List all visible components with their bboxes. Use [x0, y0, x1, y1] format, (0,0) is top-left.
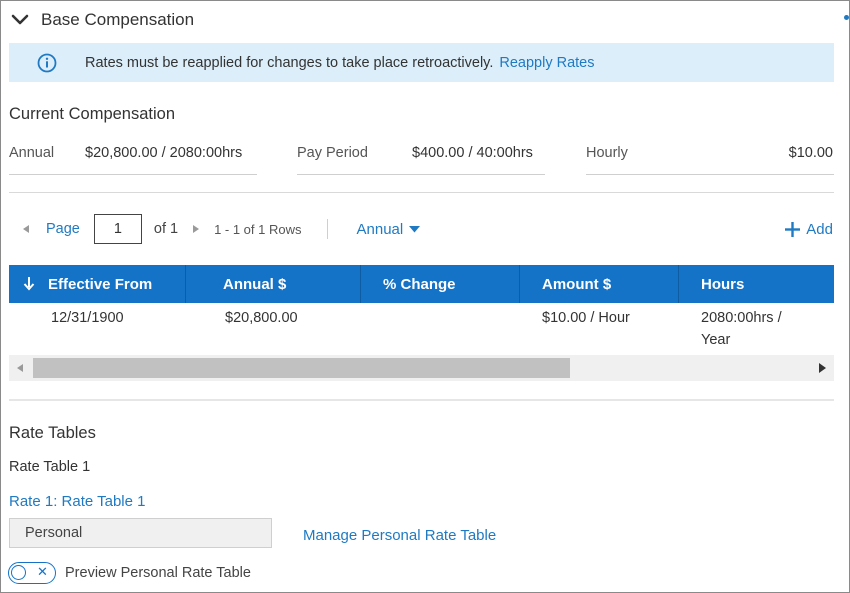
- chevron-down-icon[interactable]: [9, 9, 31, 31]
- rate-link[interactable]: Rate 1: Rate Table 1: [9, 493, 145, 510]
- rows-count: 1 - 1 of 1 Rows: [214, 221, 302, 237]
- column-header-amount[interactable]: Amount $: [520, 265, 678, 303]
- base-compensation-panel: Base Compensation Rates must be reapplie…: [0, 0, 850, 593]
- toggle-knob: [11, 565, 26, 580]
- page-count: of 1: [153, 221, 179, 237]
- edge-indicator: [844, 15, 849, 20]
- pager-bar: Page of 1 1 - 1 of 1 Rows Annual Add: [23, 213, 833, 245]
- scroll-left-icon[interactable]: [17, 364, 23, 372]
- previous-page-icon[interactable]: [23, 225, 29, 233]
- caret-down-icon: [409, 225, 421, 232]
- column-header-label: Effective From: [48, 275, 153, 293]
- table-row: 12/31/1900 $20,800.00 $10.00 / Hour 2080…: [9, 303, 834, 355]
- annual-value: $20,800.00 / 2080:00hrs: [85, 145, 243, 161]
- manage-rate-table-link[interactable]: Manage Personal Rate Table: [303, 527, 496, 544]
- add-button[interactable]: Add: [785, 221, 833, 238]
- annual-underline: [9, 174, 257, 175]
- table-header: Effective From Annual $ % Change Amount …: [9, 265, 834, 303]
- annual-label: Annual: [9, 145, 55, 161]
- close-icon: ✕: [37, 564, 48, 579]
- hourly-label: Hourly: [586, 145, 628, 161]
- column-header-annual[interactable]: Annual $: [186, 265, 360, 303]
- hourly-value: $10.00: [788, 145, 833, 161]
- table-divider: [9, 399, 834, 401]
- amount-cell: $10.00 / Hour: [542, 310, 630, 326]
- next-page-icon[interactable]: [193, 225, 200, 233]
- arrow-down-icon: [23, 277, 35, 291]
- section-title: Base Compensation: [41, 10, 195, 29]
- hours-cell-line2: Year: [701, 332, 731, 348]
- scroll-right-icon[interactable]: [819, 363, 826, 373]
- rate-table-select[interactable]: Personal: [9, 518, 272, 548]
- pay-period-label: Pay Period: [297, 145, 368, 161]
- column-header-percent-change[interactable]: % Change: [361, 265, 519, 303]
- rate-tables-heading: Rate Tables: [9, 424, 96, 442]
- info-icon: [37, 53, 57, 72]
- column-header-effective-from[interactable]: Effective From: [9, 265, 185, 303]
- annual-cell: $20,800.00: [225, 310, 298, 326]
- pay-period-value: $400.00 / 40:00hrs: [412, 145, 533, 161]
- column-header-label: Hours: [701, 275, 745, 293]
- hourly-underline: [586, 174, 834, 175]
- banner-message: Rates must be reapplied for changes to t…: [85, 54, 494, 71]
- section-header[interactable]: Base Compensation: [9, 7, 194, 33]
- section-divider: [9, 192, 834, 193]
- pay-period-underline: [297, 174, 545, 175]
- scrollbar-thumb[interactable]: [33, 358, 570, 378]
- column-header-label: % Change: [383, 275, 456, 293]
- current-compensation-heading: Current Compensation: [9, 105, 175, 123]
- column-header-label: Annual $: [223, 275, 287, 293]
- rate-table-name: Rate Table 1: [9, 459, 91, 475]
- column-header-label: Amount $: [542, 275, 612, 293]
- info-banner: Rates must be reapplied for changes to t…: [9, 43, 834, 82]
- preview-toggle[interactable]: ✕: [8, 562, 56, 584]
- preview-label: Preview Personal Rate Table: [65, 565, 251, 581]
- page-number-input[interactable]: [93, 214, 142, 244]
- rate-table-select-value: Personal: [25, 525, 83, 541]
- page-label: Page: [46, 221, 80, 237]
- hours-cell-line1: 2080:00hrs /: [701, 310, 782, 326]
- reapply-rates-link[interactable]: Reapply Rates: [499, 55, 594, 71]
- add-button-label: Add: [806, 220, 833, 238]
- horizontal-scrollbar[interactable]: [9, 355, 834, 381]
- pager-separator: [326, 219, 328, 239]
- column-header-hours[interactable]: Hours: [679, 265, 834, 303]
- effective-from-link[interactable]: 12/31/1900: [51, 310, 124, 326]
- view-selector-label: Annual: [356, 220, 404, 238]
- view-selector[interactable]: Annual: [357, 221, 421, 238]
- plus-icon: [785, 221, 801, 237]
